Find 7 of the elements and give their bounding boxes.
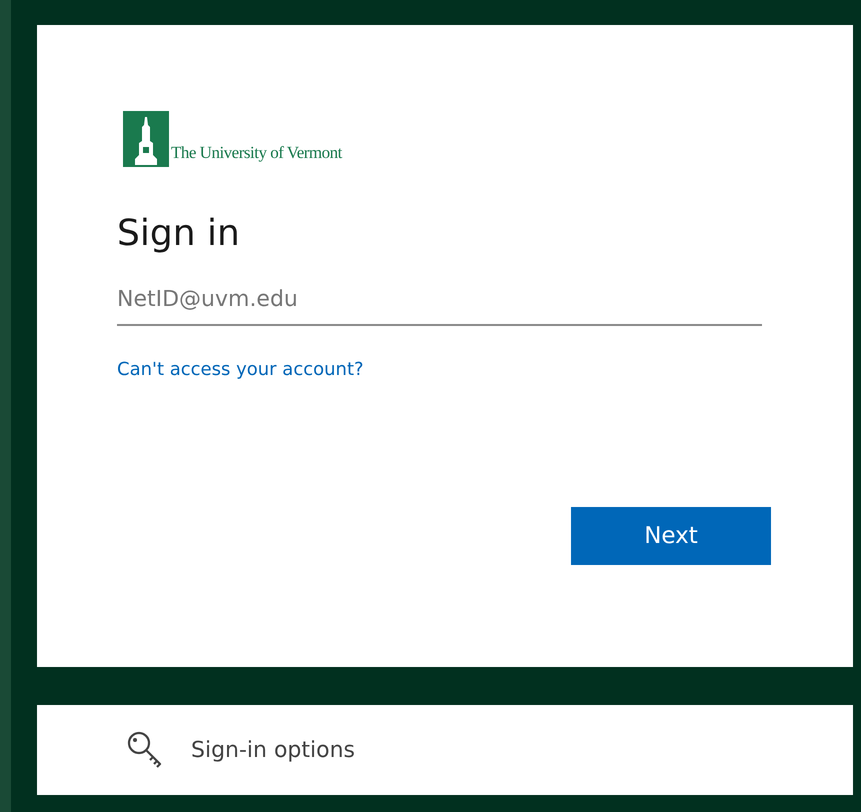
logo-text: The University of Vermont [171,144,342,161]
logo-icon [123,111,169,167]
next-button[interactable]: Next [571,507,771,565]
email-field[interactable]: NetID@uvm.edu [117,275,762,326]
page-title: Sign in [117,212,241,256]
sign-in-options-button[interactable]: Sign-in options [37,705,853,795]
help-link[interactable]: Can't access your account? [117,356,364,383]
